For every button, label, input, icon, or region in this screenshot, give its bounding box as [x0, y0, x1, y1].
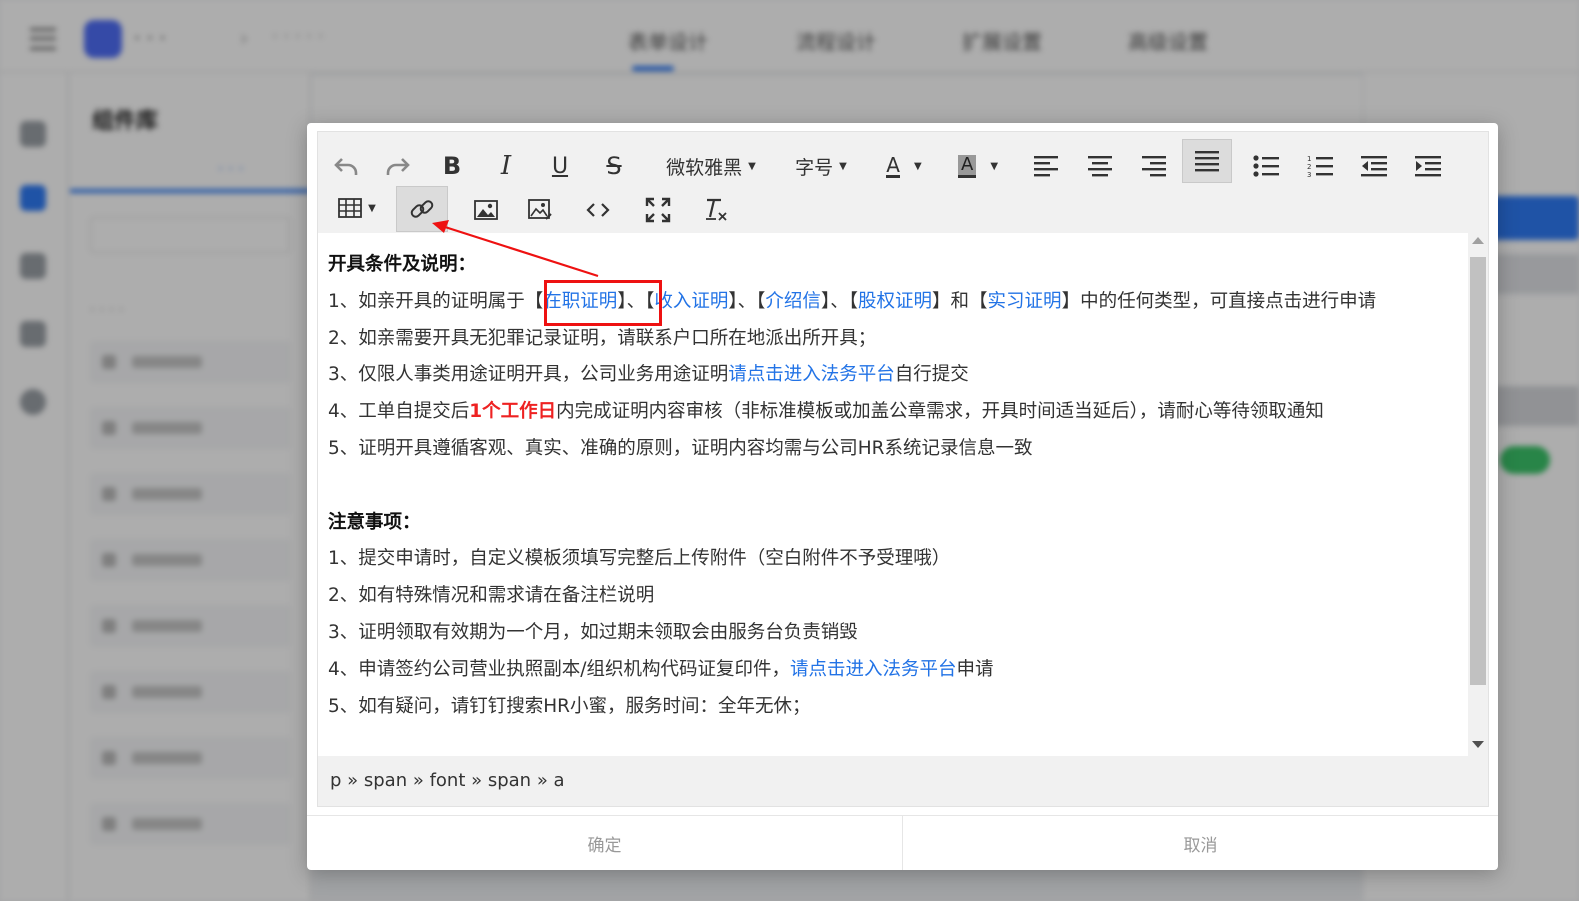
line-text: 4、工单自提交后	[328, 401, 470, 423]
bold-icon[interactable]: B	[430, 144, 474, 188]
content-line-2: 2、如亲需要开具无犯罪记录证明，请联系户口所在地派出所开具；	[328, 327, 877, 349]
editor-toolbar: B I U S 微软雅黑 ▼ 字号 ▼ A ▼ A ▼ 1 2 3 ▼	[318, 132, 1488, 233]
rich-text-editor: B I U S 微软雅黑 ▼ 字号 ▼ A ▼ A ▼ 1 2 3 ▼ 开具条件…	[317, 131, 1489, 807]
numbered-list-icon[interactable]: 123	[1298, 144, 1342, 188]
font-family-select[interactable]: 微软雅黑 ▼	[656, 144, 766, 188]
content-line-1: 1、如亲开具的证明属于【在职证明】、【收入证明】、【介绍信】、【股权证明】和【实…	[328, 284, 1458, 321]
element-path-bar: p » span » font » span » a	[318, 756, 1488, 806]
line-text: 3、仅限人事类用途证明开具，公司业务用途证明	[328, 364, 729, 386]
link-equity-certificate[interactable]: 股权证明	[858, 291, 932, 312]
separator: 、	[737, 290, 757, 312]
underline-icon[interactable]: U	[538, 144, 582, 188]
content-line-4: 4、工单自提交后1个工作日内完成证明内容审核（非标准模板或加盖公章需求，开具时间…	[328, 394, 1458, 431]
line-text: 1、如亲开具的证明属于	[328, 290, 525, 312]
bracket: 【	[645, 290, 655, 312]
note-line-1: 1、提交申请时，自定义模板须填写完整后上传附件（空白附件不予受理哦）	[328, 548, 951, 570]
confirm-button[interactable]: 确定	[307, 816, 902, 870]
align-left-icon[interactable]	[1024, 144, 1068, 188]
redo-icon[interactable]	[376, 144, 420, 188]
section-title-conditions: 开具条件及说明：	[328, 254, 477, 275]
fullscreen-icon[interactable]	[636, 188, 680, 232]
separator: 、	[626, 290, 646, 312]
line-text: 中的任何类型，可直接点击进行申请	[1080, 290, 1377, 312]
align-center-icon[interactable]	[1078, 144, 1122, 188]
font-size-value: 字号	[795, 156, 834, 179]
strikethrough-icon[interactable]: S	[592, 144, 636, 188]
scroll-thumb[interactable]	[1470, 257, 1486, 685]
table-button[interactable]: ▼	[330, 186, 384, 230]
background-color-button[interactable]: A ▼	[948, 144, 1008, 188]
note-line-2: 2、如有特殊情况和需求请在备注栏说明	[328, 585, 655, 607]
separator: 、	[830, 290, 849, 312]
svg-text:3: 3	[1307, 171, 1311, 178]
clear-format-icon[interactable]	[694, 188, 738, 232]
text-color-button[interactable]: A ▼	[874, 144, 934, 188]
line-text: 申请	[956, 658, 994, 680]
content-line-5: 5、证明开具遵循客观、真实、准确的原则，证明内容均需与公司HR系统记录信息一致	[328, 437, 1033, 459]
font-family-value: 微软雅黑	[666, 156, 743, 179]
chevron-down-icon: ▼	[368, 202, 376, 214]
font-size-select[interactable]: 字号 ▼	[786, 144, 856, 188]
editor-content[interactable]: 开具条件及说明： 1、如亲开具的证明属于【在职证明】、【收入证明】、【介绍信】、…	[318, 233, 1468, 756]
scroll-up-icon[interactable]	[1472, 237, 1484, 244]
note-line-3: 3、证明领取有效期为一个月，如过期未领取会由服务台负责销毁	[328, 621, 858, 643]
link-introduction-letter[interactable]: 介绍信	[765, 291, 821, 312]
bracket: 】	[728, 290, 738, 312]
link-income-certificate[interactable]: 收入证明	[654, 291, 728, 312]
image-edit-icon[interactable]	[518, 188, 562, 232]
link-internship-certificate[interactable]: 实习证明	[988, 291, 1062, 312]
scroll-down-icon[interactable]	[1472, 741, 1484, 748]
note-line-5: 5、如有疑问，请钉钉搜索HR小蜜，服务时间：全年无休；	[328, 695, 811, 717]
bracket: 【	[848, 290, 858, 312]
cancel-button[interactable]: 取消	[902, 816, 1498, 870]
bracket: 】	[617, 290, 627, 312]
align-right-icon[interactable]	[1132, 144, 1176, 188]
background-color-icon: A	[957, 154, 977, 178]
link-employment-certificate[interactable]: 在职证明	[543, 291, 617, 312]
align-justify-icon[interactable]	[1182, 139, 1232, 183]
dialog-footer: 确定 取消	[307, 815, 1498, 870]
content-line-3: 3、仅限人事类用途证明开具，公司业务用途证明请点击进入法务平台自行提交	[328, 357, 1458, 394]
conjunction: 和	[950, 290, 970, 312]
bullet-list-icon[interactable]	[1244, 144, 1288, 188]
bracket: 【	[524, 290, 544, 312]
bracket: 【	[969, 290, 988, 312]
undo-icon[interactable]	[324, 144, 368, 188]
section-title-notes: 注意事项：	[328, 511, 421, 533]
italic-icon[interactable]: I	[484, 144, 528, 188]
table-icon	[338, 198, 363, 218]
indent-icon[interactable]	[1406, 144, 1450, 188]
bracket: 】	[932, 290, 951, 312]
text-color-icon: A	[886, 152, 900, 178]
note-line-4: 4、申请签约公司营业执照副本/组织机构代码证复印件，请点击进入法务平台申请	[328, 652, 1458, 689]
chevron-down-icon: ▼	[748, 160, 756, 172]
line-text: 内完成证明内容审核（非标准模板或加盖公章需求，开具时间适当延后），请耐心等待领取…	[556, 401, 1324, 423]
svg-text:2: 2	[1307, 163, 1311, 171]
code-icon[interactable]	[576, 188, 620, 232]
line-text: 4、申请签约公司营业执照副本/组织机构代码证复印件，	[328, 658, 791, 680]
image-icon[interactable]	[464, 188, 508, 232]
content-scrollbar[interactable]	[1468, 233, 1488, 756]
chevron-down-icon: ▼	[913, 160, 922, 172]
link-legal-platform[interactable]: 请点击进入法务平台	[790, 659, 957, 680]
chevron-down-icon: ▼	[839, 160, 847, 172]
svg-text:1: 1	[1307, 155, 1311, 163]
rich-text-dialog: B I U S 微软雅黑 ▼ 字号 ▼ A ▼ A ▼ 1 2 3 ▼ 开具条件…	[307, 123, 1498, 870]
bracket: 】	[820, 290, 831, 312]
highlight-text: 1个工作日	[469, 401, 557, 423]
link-icon[interactable]	[396, 186, 448, 232]
outdent-icon[interactable]	[1352, 144, 1396, 188]
bracket: 】	[1061, 290, 1081, 312]
chevron-down-icon: ▼	[990, 160, 999, 172]
link-legal-platform[interactable]: 请点击进入法务平台	[728, 364, 895, 385]
line-text: 自行提交	[894, 364, 969, 386]
